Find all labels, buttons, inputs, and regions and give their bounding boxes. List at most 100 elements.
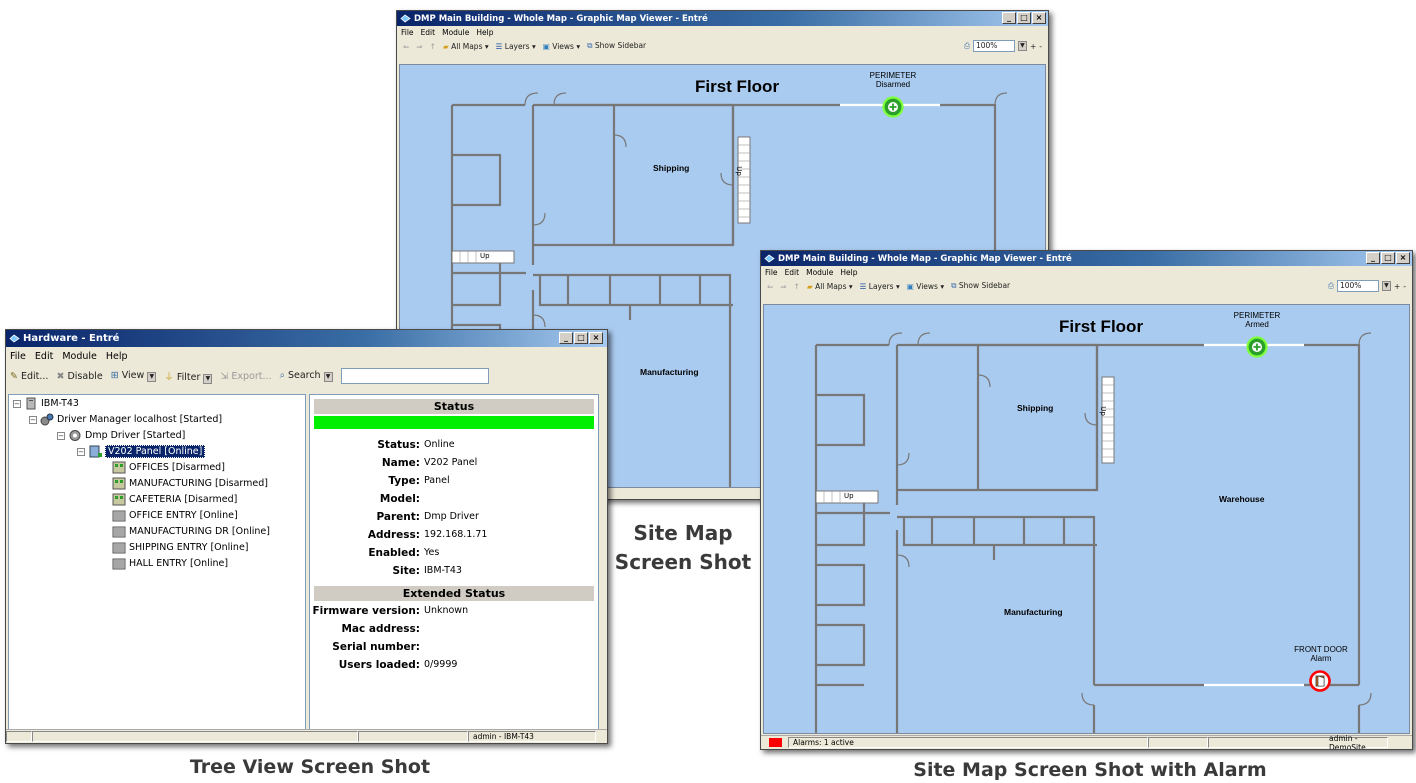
search-dropdown-arrow[interactable]: ▼ (323, 372, 333, 382)
menu-edit[interactable]: Edit (421, 28, 436, 37)
funnel-icon: ⏚ (164, 371, 174, 383)
print-icon[interactable]: ⎙ (1328, 281, 1334, 291)
room-shipping: Shipping (653, 163, 690, 173)
menu-file[interactable]: File (10, 351, 26, 362)
menu-module[interactable]: Module (442, 28, 469, 37)
edit-button[interactable]: ✎ Edit... (10, 371, 48, 382)
menu-edit[interactable]: Edit (785, 268, 800, 277)
hardware-window: Hardware - Entré _ □ × File Edit Module … (5, 329, 608, 744)
tree-node-door-shipping-entry[interactable]: SHIPPING ENTRY [Online] (112, 541, 249, 554)
room-manufacturing: Manufacturing (640, 367, 699, 377)
view-dropdown-arrow[interactable]: ▼ (147, 372, 157, 382)
views-button[interactable]: ▣ Views ▾ (543, 42, 580, 51)
collapse-toggle[interactable]: − (13, 399, 21, 408)
minimize-button[interactable]: _ (1002, 12, 1016, 24)
back-arrow-icon[interactable]: ⇐ (403, 42, 409, 51)
maximize-button[interactable]: □ (1017, 12, 1031, 24)
forward-arrow-icon[interactable]: ⇒ (416, 42, 422, 51)
map1-titlebar[interactable]: DMP Main Building - Whole Map - Graphic … (397, 11, 1048, 26)
stairs-up-vertical-label: Up (1098, 406, 1107, 416)
map2-toolbar: ⇐ ⇒ ↑ ▰ All Maps ▾ ☰ Layers ▾ ▣ Views ▾ … (761, 278, 1412, 294)
zoom-dropdown-arrow[interactable]: ▼ (1381, 281, 1391, 291)
close-button[interactable]: × (1032, 12, 1046, 24)
all-maps-button[interactable]: ▰ All Maps ▾ (443, 42, 489, 51)
all-maps-button[interactable]: ▰ All Maps ▾ (807, 282, 853, 291)
status-row: Name: V202 Panel (381, 457, 478, 469)
room-shipping: Shipping (1017, 403, 1054, 413)
print-icon[interactable]: ⎙ (964, 41, 970, 51)
export-icon: ⇲ (220, 370, 229, 382)
tree-node-v202-panel[interactable]: − V202 Panel [Online] (77, 445, 206, 458)
up-arrow-icon[interactable]: ↑ (794, 282, 800, 291)
tree-node-door-manufacturing-dr[interactable]: MANUFACTURING DR [Online] (112, 525, 270, 538)
door-icon (112, 526, 126, 538)
menu-file[interactable]: File (401, 28, 414, 37)
menu-help[interactable]: Help (106, 351, 128, 362)
map-viewer-window-2: DMP Main Building - Whole Map - Graphic … (760, 250, 1413, 750)
map2-zoom-controls: ⎙ 100% ▼ + - (1328, 280, 1406, 292)
maximize-button[interactable]: □ (574, 332, 588, 344)
hardware-title: Hardware - Entré (23, 333, 120, 344)
filter-button[interactable]: ⏚ Filter ▼ (164, 369, 213, 384)
zoom-in-button[interactable]: + (1394, 282, 1400, 291)
layers-button[interactable]: ☰ Layers ▾ (860, 282, 900, 291)
zoom-out-button[interactable]: - (1403, 282, 1406, 291)
front-door-alarm-icon[interactable] (1309, 670, 1331, 692)
perimeter-armed-icon[interactable] (1246, 336, 1268, 358)
stairs-up-label: Up (844, 492, 854, 500)
show-sidebar-button[interactable]: ⧉ Show Sidebar (587, 41, 646, 51)
perimeter-disarmed-icon[interactable] (882, 96, 904, 118)
zoom-dropdown-arrow[interactable]: ▼ (1017, 41, 1027, 51)
tree-node-door-hall-entry[interactable]: HALL ENTRY [Online] (112, 557, 228, 570)
tree-node-area-cafeteria[interactable]: CAFETERIA [Disarmed] (112, 493, 237, 506)
disable-button[interactable]: ✖ Disable (56, 371, 102, 382)
menu-edit[interactable]: Edit (35, 351, 53, 362)
minimize-button[interactable]: _ (1366, 252, 1380, 264)
show-sidebar-button[interactable]: ⧉ Show Sidebar (951, 281, 1010, 291)
tree-node-dmp-driver[interactable]: − Dmp Driver [Started] (57, 429, 185, 442)
search-input[interactable] (340, 368, 489, 384)
menu-module[interactable]: Module (806, 268, 833, 277)
menu-help[interactable]: Help (476, 28, 493, 37)
perimeter-zone-label: PERIMETER Armed (1222, 311, 1292, 329)
up-arrow-icon[interactable]: ↑ (430, 42, 436, 51)
map2-menubar: File Edit Module Help (761, 266, 1412, 278)
close-button[interactable]: × (1396, 252, 1410, 264)
collapse-toggle[interactable]: − (77, 447, 85, 456)
tree-node-site[interactable]: − IBM-T43 (13, 397, 79, 410)
view-button[interactable]: ⊞ View ▼ (111, 370, 157, 382)
hardware-titlebar[interactable]: Hardware - Entré _ □ × (6, 330, 607, 347)
layers-button[interactable]: ☰ Layers ▾ (496, 42, 536, 51)
map2-titlebar[interactable]: DMP Main Building - Whole Map - Graphic … (761, 251, 1412, 266)
driver-gear-icon (69, 430, 81, 441)
collapse-toggle[interactable]: − (29, 415, 37, 424)
menu-file[interactable]: File (765, 268, 778, 277)
back-arrow-icon[interactable]: ⇐ (767, 282, 773, 291)
forward-arrow-icon[interactable]: ⇒ (780, 282, 786, 291)
tree-node-area-manufacturing[interactable]: MANUFACTURING [Disarmed] (112, 477, 268, 490)
zoom-select[interactable]: 100% (972, 40, 1015, 52)
zoom-select[interactable]: 100% (1336, 280, 1379, 292)
tree-node-driver-manager[interactable]: − Driver Manager localhost [Started] (29, 413, 222, 426)
tree-node-area-offices[interactable]: OFFICES [Disarmed] (112, 461, 225, 474)
hardware-tree[interactable]: − IBM-T43 − Driver Manager localhost [St… (8, 394, 306, 734)
zoom-in-button[interactable]: + (1030, 42, 1036, 51)
entre-logo-icon (764, 254, 775, 263)
zoom-out-button[interactable]: - (1039, 42, 1042, 51)
export-button[interactable]: ⇲ Export... (220, 371, 271, 382)
tree-node-door-office-entry[interactable]: OFFICE ENTRY [Online] (112, 509, 238, 522)
map2-canvas[interactable]: First Floor PERIMETER Armed Shipping War… (763, 304, 1410, 734)
filter-dropdown-arrow[interactable]: ▼ (203, 373, 213, 384)
views-button[interactable]: ▣ Views ▾ (907, 282, 944, 291)
menu-module[interactable]: Module (62, 351, 97, 362)
floor-title: First Floor (695, 77, 780, 96)
collapse-toggle[interactable]: − (57, 431, 65, 440)
perimeter-zone-name: PERIMETER (869, 71, 917, 80)
search-button[interactable]: ⌕ Search ▼ (280, 370, 333, 382)
alarms-count-text[interactable]: Alarms: 1 active (788, 737, 1148, 748)
menu-help[interactable]: Help (840, 268, 857, 277)
minimize-button[interactable]: _ (559, 332, 573, 344)
alarm-indicator[interactable] (769, 738, 782, 747)
maximize-button[interactable]: □ (1381, 252, 1395, 264)
close-button[interactable]: × (589, 332, 603, 344)
